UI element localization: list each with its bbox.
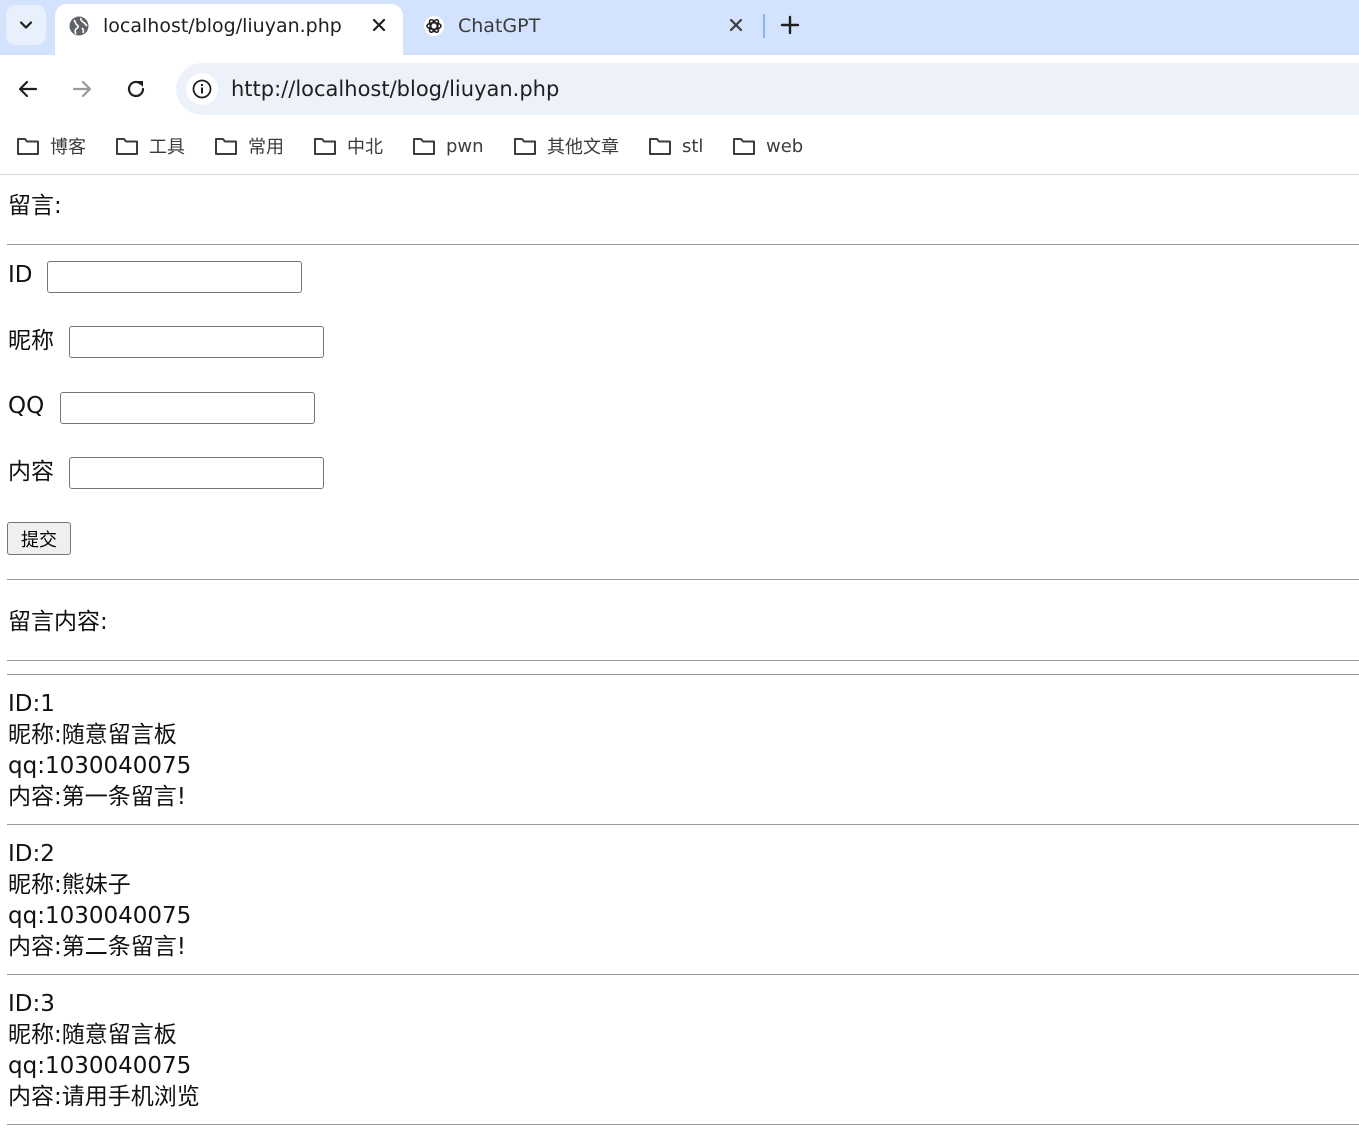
entry-id: ID:3 [8,991,55,1017]
arrow-left-icon [18,80,38,98]
bookmark-folder-blog[interactable]: 博客 [16,133,86,159]
page-heading: 留言: [8,193,62,219]
folder-icon [215,138,237,155]
close-icon [372,18,386,32]
bookmark-label: web [766,135,804,157]
entry-content: 内容:第一条留言! [8,784,186,810]
content-label: 内容 [8,459,54,485]
entry-id: ID:2 [8,841,55,867]
bookmark-label: 常用 [248,137,284,158]
bookmark-label: stl [682,135,704,157]
folder-icon [514,138,536,155]
entry-qq: qq:1030040075 [8,1053,192,1079]
messages-heading: 留言内容: [8,609,108,635]
content-input[interactable] [69,457,324,489]
folder-icon [649,138,671,155]
close-tab-button[interactable] [367,13,391,37]
info-icon [192,79,212,99]
chatgpt-logo-icon [422,14,446,38]
divider [7,824,1359,825]
reload-button[interactable] [120,73,152,105]
new-tab-button[interactable] [776,11,804,39]
bookmark-folder-web[interactable]: web [732,133,803,159]
folder-icon [116,138,138,155]
bookmark-label: 工具 [149,137,185,158]
forward-button[interactable] [66,73,98,105]
bookmark-folder-common[interactable]: 常用 [214,133,284,159]
divider [7,244,1359,245]
divider [7,1124,1359,1125]
bookmark-label: 博客 [50,137,86,158]
divider [7,660,1359,661]
folder-icon [413,138,435,155]
globe-icon [67,14,91,38]
chevron-down-icon [19,21,33,29]
bookmark-label: 其他文章 [547,137,619,158]
folder-icon [733,138,755,155]
id-label: ID [8,262,33,288]
arrow-right-icon [72,80,92,98]
tab-liuyan[interactable]: localhost/blog/liuyan.php [55,4,403,55]
entry-qq: qq:1030040075 [8,903,192,929]
divider [7,579,1359,580]
entry-content: 内容:第二条留言! [8,934,186,960]
bookmark-folder-zhongbei[interactable]: 中北 [313,133,383,159]
tab-chatgpt[interactable]: ChatGPT [410,4,760,55]
divider [7,974,1359,975]
entry-nickname: 昵称:熊妹子 [8,872,131,898]
tab-strip: localhost/blog/liuyan.php ChatGPT [0,0,1359,55]
id-input[interactable] [47,261,302,293]
tab-separator [763,14,765,38]
bookmark-folder-other-articles[interactable]: 其他文章 [513,133,619,159]
tab-title: ChatGPT [458,15,541,37]
entry-id: ID:1 [8,691,55,717]
reload-icon [127,80,145,98]
qq-input[interactable] [60,392,315,424]
nickname-label: 昵称 [8,328,54,354]
bookmark-label: 中北 [347,137,383,158]
close-icon [729,18,743,32]
entry-qq: qq:1030040075 [8,753,192,779]
browser-toolbar: http://localhost/blog/liuyan.php [0,55,1359,123]
plus-icon [780,15,800,35]
bookmark-label: pwn [446,135,484,157]
folder-icon [314,138,336,155]
entry-nickname: 昵称:随意留言板 [8,722,177,748]
divider [7,674,1359,675]
bookmark-folder-tools[interactable]: 工具 [115,133,185,159]
entry-content: 内容:请用手机浏览 [8,1084,200,1110]
tab-title: localhost/blog/liuyan.php [103,15,342,37]
close-tab-button[interactable] [724,13,748,37]
bookmarks-bar: 博客 工具 常用 中北 pwn 其他文章 stl web [0,123,1359,175]
site-info-button[interactable] [186,73,218,105]
bookmark-folder-pwn[interactable]: pwn [412,133,484,159]
nickname-input[interactable] [69,326,324,358]
entry-nickname: 昵称:随意留言板 [8,1022,177,1048]
qq-label: QQ [8,393,45,419]
submit-button[interactable]: 提交 [7,522,71,555]
back-button[interactable] [12,73,44,105]
address-bar[interactable]: http://localhost/blog/liuyan.php [176,63,1359,115]
page-content: 留言: ID 昵称 QQ 内容 提交 留言内容: ID:1 昵称:随意留言板 q… [0,176,1359,1134]
bookmark-folder-stl[interactable]: stl [648,133,703,159]
url-text[interactable]: http://localhost/blog/liuyan.php [231,76,559,102]
folder-icon [17,138,39,155]
tab-search-button[interactable] [6,5,46,45]
